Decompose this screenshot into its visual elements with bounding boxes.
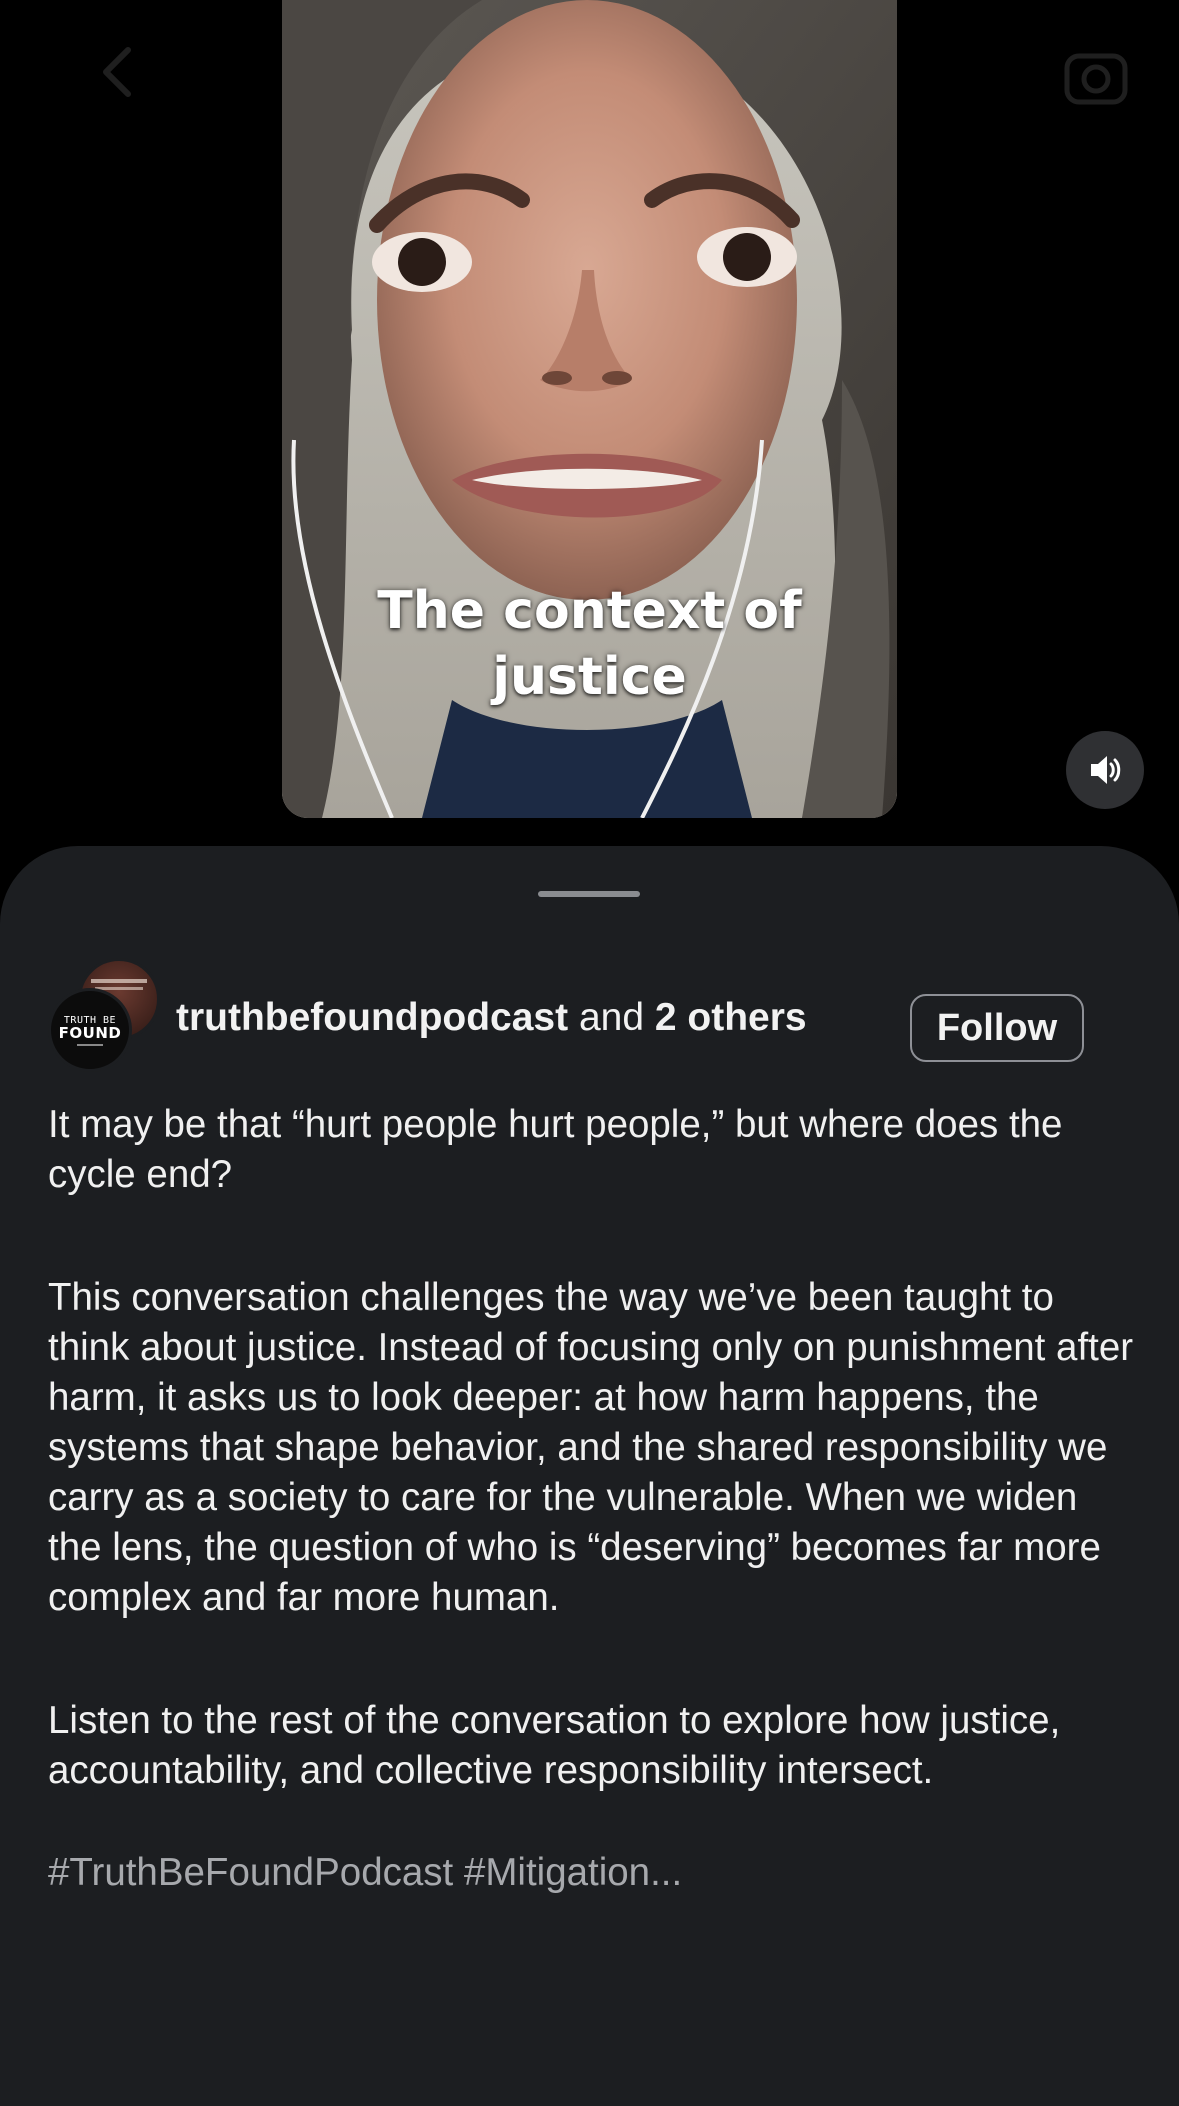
speaker-volume-icon	[1091, 756, 1121, 784]
mute-button[interactable]	[1066, 731, 1144, 809]
author-joiner: and	[578, 996, 645, 1039]
post-caption: It may be that “hurt people hurt people,…	[48, 1100, 1138, 1898]
avatar-logo-text-bottom: FOUND	[58, 1023, 122, 1042]
author-line[interactable]: truthbefoundpodcast and 2 others	[176, 994, 807, 1042]
author-avatar-stack[interactable]: TRUTH BE FOUND	[48, 958, 164, 1072]
follow-button[interactable]: Follow	[910, 994, 1084, 1062]
camera-icon[interactable]	[1061, 42, 1131, 112]
chevron-left-icon[interactable]	[90, 42, 150, 102]
author-avatar[interactable]: TRUTH BE FOUND	[48, 988, 132, 1072]
hashtags[interactable]: #TruthBeFoundPodcast #Mitigation...	[48, 1848, 1138, 1898]
author-username[interactable]: truthbefoundpodcast	[176, 996, 568, 1039]
post-details-sheet: TRUTH BE FOUND truthbefoundpodcast and 2…	[0, 846, 1179, 2106]
sheet-drag-handle[interactable]	[538, 891, 640, 897]
caption-line-1: The context of	[377, 581, 802, 641]
caption-line-2: justice	[492, 647, 687, 707]
video-caption: The context of justice	[282, 578, 897, 710]
video-frame[interactable]: The context of justice	[282, 0, 897, 818]
caption-paragraph-3: Listen to the rest of the conversation t…	[48, 1699, 1061, 1792]
video-player[interactable]: The context of justice	[0, 0, 1179, 860]
caption-paragraph-2: This conversation challenges the way we’…	[48, 1276, 1134, 1619]
others-count[interactable]: 2 others	[655, 996, 807, 1039]
author-row: TRUTH BE FOUND truthbefoundpodcast and 2…	[48, 958, 1138, 1072]
caption-paragraph-1: It may be that “hurt people hurt people,…	[48, 1103, 1063, 1196]
